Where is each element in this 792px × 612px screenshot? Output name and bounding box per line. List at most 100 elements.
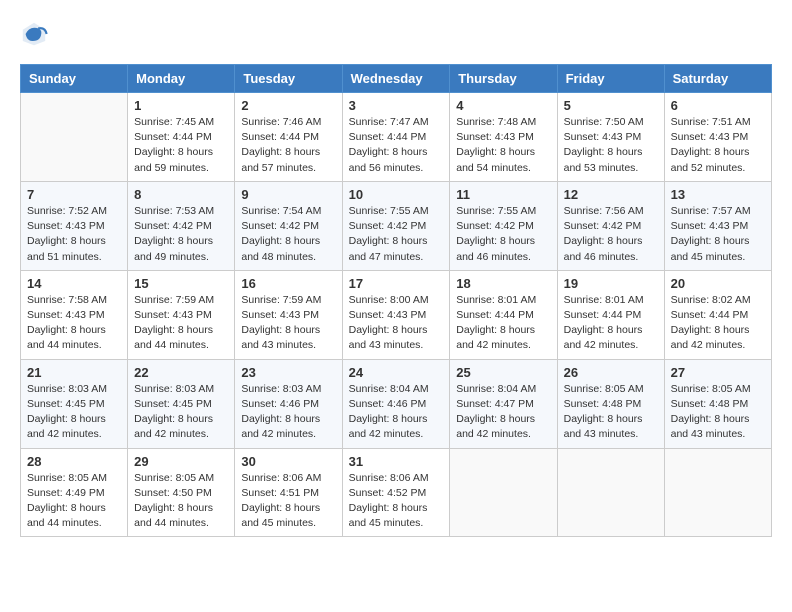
col-header-wednesday: Wednesday <box>342 65 450 93</box>
day-info: Sunrise: 8:05 AM Sunset: 4:50 PM Dayligh… <box>134 471 228 532</box>
day-info: Sunrise: 7:59 AM Sunset: 4:43 PM Dayligh… <box>134 293 228 354</box>
day-info: Sunrise: 8:04 AM Sunset: 4:46 PM Dayligh… <box>349 382 444 443</box>
day-number: 24 <box>349 365 444 380</box>
day-number: 9 <box>241 187 335 202</box>
calendar-cell: 22 Sunrise: 8:03 AM Sunset: 4:45 PM Dayli… <box>128 359 235 448</box>
calendar-cell: 20 Sunrise: 8:02 AM Sunset: 4:44 PM Dayli… <box>664 270 771 359</box>
day-info: Sunrise: 7:47 AM Sunset: 4:44 PM Dayligh… <box>349 115 444 176</box>
calendar-cell: 15 Sunrise: 7:59 AM Sunset: 4:43 PM Dayli… <box>128 270 235 359</box>
calendar-cell: 18 Sunrise: 8:01 AM Sunset: 4:44 PM Dayli… <box>450 270 557 359</box>
day-info: Sunrise: 7:48 AM Sunset: 4:43 PM Dayligh… <box>456 115 550 176</box>
day-number: 3 <box>349 98 444 113</box>
day-info: Sunrise: 7:58 AM Sunset: 4:43 PM Dayligh… <box>27 293 121 354</box>
day-number: 5 <box>564 98 658 113</box>
calendar-week-2: 7 Sunrise: 7:52 AM Sunset: 4:43 PM Daylig… <box>21 181 772 270</box>
calendar-cell <box>450 448 557 537</box>
calendar-cell: 31 Sunrise: 8:06 AM Sunset: 4:52 PM Dayli… <box>342 448 450 537</box>
page-header <box>20 20 772 48</box>
day-number: 30 <box>241 454 335 469</box>
col-header-monday: Monday <box>128 65 235 93</box>
calendar-cell: 4 Sunrise: 7:48 AM Sunset: 4:43 PM Daylig… <box>450 93 557 182</box>
calendar-cell <box>557 448 664 537</box>
calendar-week-4: 21 Sunrise: 8:03 AM Sunset: 4:45 PM Dayli… <box>21 359 772 448</box>
col-header-tuesday: Tuesday <box>235 65 342 93</box>
day-info: Sunrise: 8:03 AM Sunset: 4:45 PM Dayligh… <box>27 382 121 443</box>
day-number: 15 <box>134 276 228 291</box>
calendar-cell: 17 Sunrise: 8:00 AM Sunset: 4:43 PM Dayli… <box>342 270 450 359</box>
day-info: Sunrise: 8:05 AM Sunset: 4:49 PM Dayligh… <box>27 471 121 532</box>
calendar-cell: 5 Sunrise: 7:50 AM Sunset: 4:43 PM Daylig… <box>557 93 664 182</box>
day-number: 27 <box>671 365 765 380</box>
calendar-cell: 29 Sunrise: 8:05 AM Sunset: 4:50 PM Dayli… <box>128 448 235 537</box>
calendar-cell: 24 Sunrise: 8:04 AM Sunset: 4:46 PM Dayli… <box>342 359 450 448</box>
calendar-cell: 2 Sunrise: 7:46 AM Sunset: 4:44 PM Daylig… <box>235 93 342 182</box>
day-number: 25 <box>456 365 550 380</box>
day-info: Sunrise: 8:03 AM Sunset: 4:45 PM Dayligh… <box>134 382 228 443</box>
day-info: Sunrise: 7:45 AM Sunset: 4:44 PM Dayligh… <box>134 115 228 176</box>
calendar-cell: 30Sunrise: 8:06 AM Sunset: 4:51 PM Dayli… <box>235 448 342 537</box>
calendar-cell: 6 Sunrise: 7:51 AM Sunset: 4:43 PM Daylig… <box>664 93 771 182</box>
day-number: 1 <box>134 98 228 113</box>
day-number: 28 <box>27 454 121 469</box>
calendar-cell: 28 Sunrise: 8:05 AM Sunset: 4:49 PM Dayli… <box>21 448 128 537</box>
calendar-week-5: 28 Sunrise: 8:05 AM Sunset: 4:49 PM Dayli… <box>21 448 772 537</box>
day-info: Sunrise: 7:53 AM Sunset: 4:42 PM Dayligh… <box>134 204 228 265</box>
day-number: 22 <box>134 365 228 380</box>
calendar-table: SundayMondayTuesdayWednesdayThursdayFrid… <box>20 64 772 537</box>
day-info: Sunrise: 7:55 AM Sunset: 4:42 PM Dayligh… <box>456 204 550 265</box>
calendar-cell: 26Sunrise: 8:05 AM Sunset: 4:48 PM Dayli… <box>557 359 664 448</box>
day-info: Sunrise: 7:50 AM Sunset: 4:43 PM Dayligh… <box>564 115 658 176</box>
calendar-cell: 7 Sunrise: 7:52 AM Sunset: 4:43 PM Daylig… <box>21 181 128 270</box>
calendar-cell: 14 Sunrise: 7:58 AM Sunset: 4:43 PM Dayli… <box>21 270 128 359</box>
day-number: 12 <box>564 187 658 202</box>
day-info: Sunrise: 7:56 AM Sunset: 4:42 PM Dayligh… <box>564 204 658 265</box>
calendar-cell <box>664 448 771 537</box>
day-number: 31 <box>349 454 444 469</box>
day-number: 7 <box>27 187 121 202</box>
calendar-cell: 19Sunrise: 8:01 AM Sunset: 4:44 PM Dayli… <box>557 270 664 359</box>
calendar-cell: 13Sunrise: 7:57 AM Sunset: 4:43 PM Dayli… <box>664 181 771 270</box>
day-info: Sunrise: 7:51 AM Sunset: 4:43 PM Dayligh… <box>671 115 765 176</box>
logo-icon <box>20 20 48 48</box>
day-info: Sunrise: 7:46 AM Sunset: 4:44 PM Dayligh… <box>241 115 335 176</box>
day-number: 2 <box>241 98 335 113</box>
calendar-cell: 16Sunrise: 7:59 AM Sunset: 4:43 PM Dayli… <box>235 270 342 359</box>
day-number: 14 <box>27 276 121 291</box>
day-info: Sunrise: 7:55 AM Sunset: 4:42 PM Dayligh… <box>349 204 444 265</box>
day-info: Sunrise: 8:03 AM Sunset: 4:46 PM Dayligh… <box>241 382 335 443</box>
day-number: 11 <box>456 187 550 202</box>
calendar-week-1: 1 Sunrise: 7:45 AM Sunset: 4:44 PM Daylig… <box>21 93 772 182</box>
day-number: 21 <box>27 365 121 380</box>
day-number: 23 <box>241 365 335 380</box>
day-info: Sunrise: 8:04 AM Sunset: 4:47 PM Dayligh… <box>456 382 550 443</box>
col-header-sunday: Sunday <box>21 65 128 93</box>
day-info: Sunrise: 8:01 AM Sunset: 4:44 PM Dayligh… <box>456 293 550 354</box>
day-number: 18 <box>456 276 550 291</box>
day-number: 29 <box>134 454 228 469</box>
calendar-week-3: 14 Sunrise: 7:58 AM Sunset: 4:43 PM Dayli… <box>21 270 772 359</box>
day-info: Sunrise: 8:02 AM Sunset: 4:44 PM Dayligh… <box>671 293 765 354</box>
day-info: Sunrise: 8:06 AM Sunset: 4:52 PM Dayligh… <box>349 471 444 532</box>
col-header-thursday: Thursday <box>450 65 557 93</box>
day-number: 4 <box>456 98 550 113</box>
calendar-cell: 12 Sunrise: 7:56 AM Sunset: 4:42 PM Dayli… <box>557 181 664 270</box>
calendar-cell: 27Sunrise: 8:05 AM Sunset: 4:48 PM Dayli… <box>664 359 771 448</box>
logo <box>20 20 52 48</box>
day-number: 19 <box>564 276 658 291</box>
day-number: 10 <box>349 187 444 202</box>
day-number: 16 <box>241 276 335 291</box>
calendar-cell <box>21 93 128 182</box>
day-info: Sunrise: 8:00 AM Sunset: 4:43 PM Dayligh… <box>349 293 444 354</box>
day-number: 8 <box>134 187 228 202</box>
calendar-cell: 3 Sunrise: 7:47 AM Sunset: 4:44 PM Daylig… <box>342 93 450 182</box>
calendar-header-row: SundayMondayTuesdayWednesdayThursdayFrid… <box>21 65 772 93</box>
col-header-saturday: Saturday <box>664 65 771 93</box>
day-info: Sunrise: 7:52 AM Sunset: 4:43 PM Dayligh… <box>27 204 121 265</box>
day-info: Sunrise: 7:57 AM Sunset: 4:43 PM Dayligh… <box>671 204 765 265</box>
calendar-cell: 23 Sunrise: 8:03 AM Sunset: 4:46 PM Dayli… <box>235 359 342 448</box>
day-number: 20 <box>671 276 765 291</box>
day-info: Sunrise: 7:54 AM Sunset: 4:42 PM Dayligh… <box>241 204 335 265</box>
day-info: Sunrise: 8:05 AM Sunset: 4:48 PM Dayligh… <box>564 382 658 443</box>
day-number: 6 <box>671 98 765 113</box>
day-number: 17 <box>349 276 444 291</box>
